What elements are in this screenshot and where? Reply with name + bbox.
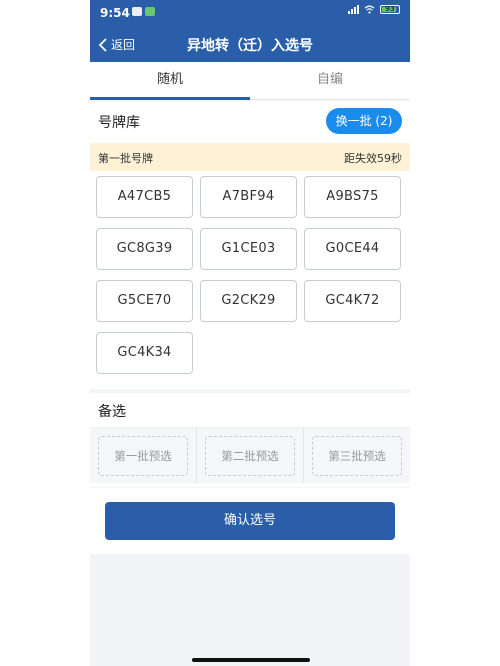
active-tab-indicator	[90, 97, 250, 100]
wifi-icon	[364, 5, 375, 14]
page-title: 异地转（迁）入选号	[187, 38, 313, 54]
plate-pool-section: 号牌库 换一批 (2) 第一批号牌 距失效59秒 A47CB5 A7BF94 A…	[90, 101, 410, 389]
backup-slot-1[interactable]: 第一批预选	[98, 435, 188, 476]
plate-option[interactable]: GC4K72	[304, 280, 401, 322]
signal-icon	[348, 5, 359, 14]
backup-slot-2[interactable]: 第二批预选	[205, 435, 295, 476]
plate-option[interactable]: G2CK29	[200, 280, 297, 322]
plate-option[interactable]: G1CE03	[200, 228, 297, 270]
status-indicators: 93	[348, 5, 400, 14]
battery-level: 93	[385, 5, 395, 13]
batch-info-banner: 第一批号牌 距失效59秒	[90, 143, 410, 171]
notification-icons	[132, 7, 155, 16]
backup-slot-3[interactable]: 第三批预选	[312, 435, 402, 476]
slot-cell: 第一批预选	[90, 428, 197, 483]
backup-section: 备选 第一批预选 第二批预选 第三批预选	[90, 393, 410, 487]
slot-cell: 第二批预选	[197, 428, 304, 483]
batch-label: 第一批号牌	[98, 152, 153, 165]
expiry-countdown: 距失效59秒	[344, 152, 402, 165]
tab-label: 随机	[156, 72, 183, 87]
tab-label: 自编	[316, 72, 343, 87]
tab-custom[interactable]: 自编	[250, 62, 410, 99]
tab-bar: 随机 自编	[90, 62, 410, 100]
confirm-selection-button[interactable]: 确认选号	[105, 502, 395, 540]
section-title: 备选	[98, 404, 126, 420]
slot-cell: 第三批预选	[304, 428, 410, 483]
plate-option[interactable]: GC8G39	[96, 228, 193, 270]
plate-grid: A47CB5 A7BF94 A9BS75 GC8G39 G1CE03 G0CE4…	[96, 176, 404, 374]
plate-option[interactable]: G0CE44	[304, 228, 401, 270]
section-title: 号牌库	[98, 115, 140, 131]
plate-option[interactable]: A47CB5	[96, 176, 193, 218]
pool-header: 号牌库 换一批 (2)	[90, 101, 410, 141]
app-notification-icon	[132, 7, 142, 16]
home-indicator[interactable]	[192, 658, 310, 662]
app-screen: 9:54 93 返回 异地转（迁）入选号 随机 自编 号牌库 换一批 (2) 第…	[90, 0, 410, 666]
wechat-icon	[145, 7, 155, 16]
plate-option[interactable]: A9BS75	[304, 176, 401, 218]
backup-slots: 第一批预选 第二批预选 第三批预选	[90, 427, 410, 483]
refresh-batch-button[interactable]: 换一批 (2)	[326, 108, 402, 134]
plate-option[interactable]: A7BF94	[200, 176, 297, 218]
tab-random[interactable]: 随机	[90, 62, 250, 100]
confirm-area: 确认选号	[90, 488, 410, 554]
header-bar: 9:54 93 返回 异地转（迁）入选号	[90, 0, 410, 62]
status-time: 9:54	[100, 6, 130, 20]
battery-icon: 93	[380, 5, 400, 14]
plate-option[interactable]: G5CE70	[96, 280, 193, 322]
plate-option[interactable]: GC4K34	[96, 332, 193, 374]
